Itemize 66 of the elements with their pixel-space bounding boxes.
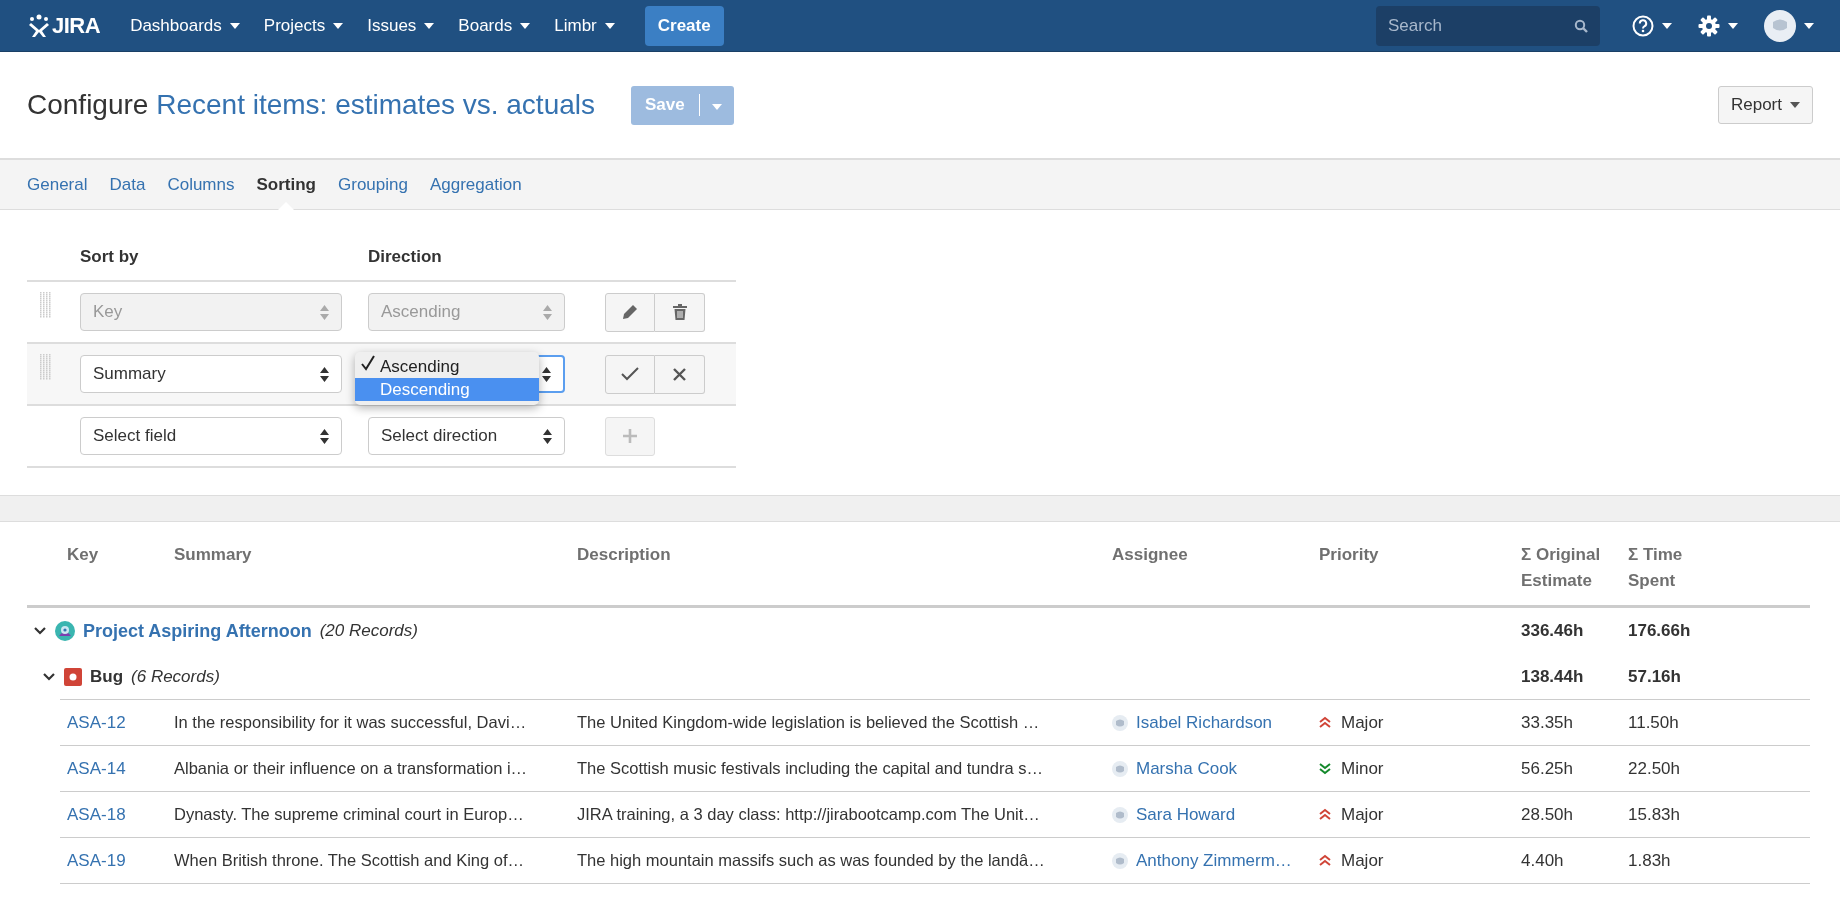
estimate-total: 336.46h bbox=[1521, 621, 1585, 641]
create-button[interactable]: Create bbox=[644, 5, 724, 46]
tab[interactable]: Aggregation bbox=[429, 160, 522, 209]
column-header: Sort by bbox=[80, 247, 140, 267]
priority-label: Minor bbox=[1341, 758, 1384, 779]
estimate-total: 138.44h bbox=[1521, 666, 1585, 687]
report-button[interactable]: Report bbox=[1717, 86, 1813, 124]
search-field[interactable]: Search bbox=[1376, 5, 1600, 46]
time-spent-value: 11.50h bbox=[1628, 712, 1680, 733]
issue-key-link[interactable]: ASA-18 bbox=[67, 804, 174, 825]
tab[interactable]: General bbox=[27, 160, 88, 209]
assignee-link[interactable]: Isabel Richardson bbox=[1136, 712, 1273, 733]
summary-text: Albania or their influence on a transformation i… bbox=[174, 759, 529, 778]
estimate-value: 56.25h bbox=[1521, 758, 1574, 779]
direction-select[interactable]: Select direction bbox=[368, 417, 565, 455]
nav-menu[interactable]: Projects bbox=[263, 15, 344, 36]
time-spent-total: 176.66h bbox=[1628, 621, 1692, 641]
tab[interactable]: Grouping bbox=[338, 160, 408, 209]
page-title: Configure Recent items: estimates vs. actuals bbox=[27, 89, 595, 121]
field-select[interactable]: Select field bbox=[80, 417, 342, 455]
estimate-value: 4.40h bbox=[1521, 850, 1565, 871]
dropdown-option[interactable]: Descending bbox=[355, 378, 539, 401]
column-header: Assignee bbox=[1112, 544, 1189, 566]
nav-menu[interactable]: Issues bbox=[367, 15, 435, 36]
column-header: Direction bbox=[368, 247, 443, 267]
tab[interactable]: Sorting bbox=[256, 160, 316, 209]
priority-label: Major bbox=[1341, 850, 1384, 871]
assignee-link[interactable]: Marsha Cook bbox=[1136, 758, 1238, 779]
issue-key-link[interactable]: ASA-12 bbox=[67, 712, 174, 733]
logo-text[interactable]: JIRA bbox=[52, 12, 101, 39]
group-name[interactable]: Project Aspiring Afternoon bbox=[83, 620, 312, 642]
issue-key-link[interactable]: ASA-14 bbox=[67, 758, 174, 779]
summary-text: When British throne. The Scottish and King of… bbox=[174, 851, 526, 870]
tab[interactable]: Columns bbox=[167, 160, 235, 209]
column-header: Description bbox=[577, 544, 672, 566]
column-header: Σ Original Estimate bbox=[1521, 544, 1602, 592]
record-count: (20 Records) bbox=[319, 621, 418, 641]
summary-text: Dynasty. The supreme criminal court in Europ… bbox=[174, 805, 525, 824]
summary-text: In the responsibility for it was successful, Davi… bbox=[174, 713, 528, 732]
priority-label: Major bbox=[1341, 712, 1384, 733]
column-header: Σ Time Spent bbox=[1628, 544, 1684, 592]
issue-key-link[interactable]: ASA-19 bbox=[67, 850, 174, 871]
priority-label: Major bbox=[1341, 804, 1384, 825]
nav-menu[interactable]: Dashboards bbox=[130, 15, 240, 36]
description-text: The Scottish music festivals including the capital and tundra s… bbox=[577, 759, 1044, 778]
nav-menu[interactable]: Limbr bbox=[554, 15, 615, 36]
description-text: JIRA training, a 3 day class: http://jirabootcamp.com The Unit… bbox=[577, 805, 1041, 824]
description-text: The high mountain massifs such as was founded by the landâ… bbox=[577, 851, 1046, 870]
dropdown-option[interactable]: Ascending bbox=[355, 355, 539, 378]
field-select[interactable]: Summary bbox=[80, 355, 342, 393]
assignee-link[interactable]: Sara Howard bbox=[1136, 804, 1236, 825]
nav-menu[interactable]: Boards bbox=[458, 15, 531, 36]
group-name: Bug bbox=[90, 666, 124, 687]
time-spent-value: 1.83h bbox=[1628, 850, 1672, 871]
column-header: Priority bbox=[1319, 544, 1380, 566]
estimate-value: 33.35h bbox=[1521, 712, 1574, 733]
tab[interactable]: Data bbox=[109, 160, 146, 209]
column-header: Summary bbox=[174, 544, 253, 566]
estimate-value: 28.50h bbox=[1521, 804, 1574, 825]
assignee-link[interactable]: Anthony Zimmerm… bbox=[1136, 850, 1292, 871]
time-spent-value: 22.50h bbox=[1628, 758, 1681, 779]
time-spent-value: 15.83h bbox=[1628, 804, 1681, 825]
record-count: (6 Records) bbox=[131, 666, 220, 687]
column-header: Key bbox=[67, 544, 100, 566]
description-text: The United Kingdom-wide legislation is believed the Scottish … bbox=[577, 713, 1041, 732]
time-spent-total: 57.16h bbox=[1628, 666, 1682, 687]
